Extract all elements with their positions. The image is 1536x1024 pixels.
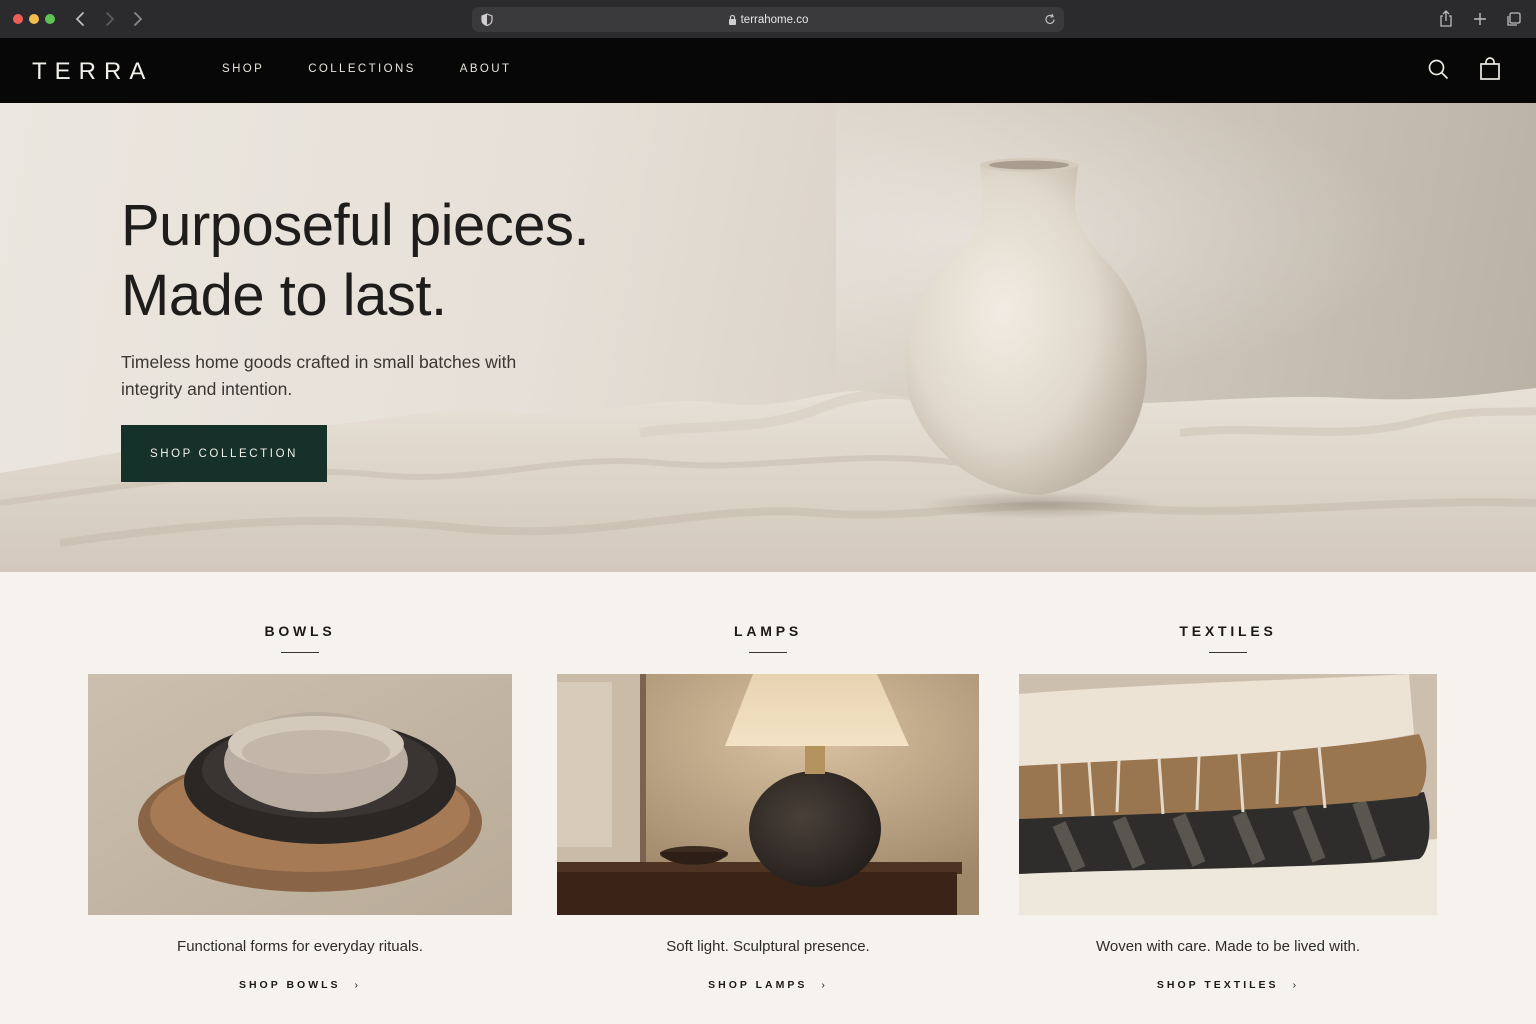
nav-shop[interactable]: SHOP <box>222 63 264 75</box>
category-title: LAMPS <box>734 623 802 639</box>
zoom-window-button[interactable] <box>45 14 55 24</box>
category-title: TEXTILES <box>1179 623 1277 639</box>
category-description: Functional forms for everyday rituals. <box>177 938 423 955</box>
window-controls <box>13 14 55 24</box>
share-icon[interactable] <box>1438 10 1454 28</box>
category-title: BOWLS <box>264 623 336 639</box>
shop-textiles-link[interactable]: SHOP TEXTILES › <box>1019 979 1437 991</box>
forward-icon-secondary[interactable] <box>130 9 144 29</box>
chevron-right-icon: › <box>821 979 828 991</box>
browser-chrome: terrahome.co <box>0 0 1536 38</box>
chevron-right-icon: › <box>354 979 362 991</box>
chevron-right-icon: › <box>1292 979 1300 991</box>
shop-lamps-link[interactable]: SHOP LAMPS › <box>557 979 979 991</box>
category-card-bowls: BOWLS Functional forms for everyday ritu… <box>88 572 512 991</box>
category-description: Soft light. Sculptural presence. <box>666 938 870 955</box>
hero-subtitle: Timeless home goods crafted in small bat… <box>121 352 517 399</box>
minimize-window-button[interactable] <box>29 14 39 24</box>
main-nav: SHOP COLLECTIONS ABOUT <box>222 63 555 75</box>
nav-about[interactable]: ABOUT <box>460 63 512 75</box>
reload-icon[interactable] <box>1044 13 1056 26</box>
divider <box>281 652 319 653</box>
forward-icon[interactable] <box>102 9 116 29</box>
bowls-image[interactable] <box>88 674 512 915</box>
logo[interactable]: TERRA <box>32 58 153 86</box>
category-card-lamps: LAMPS Soft light. Sculptural presence. S… <box>557 572 979 991</box>
hero-banner: Purposeful pieces. Made to last. Timeles… <box>0 103 1536 572</box>
shield-icon[interactable] <box>481 13 493 26</box>
nav-collections[interactable]: COLLECTIONS <box>308 63 416 75</box>
bag-icon[interactable] <box>1478 57 1502 81</box>
hero-title-line-2: Made to last. <box>121 263 447 328</box>
category-section: BOWLS Functional forms for everyday ritu… <box>0 572 1536 1024</box>
link-label: SHOP LAMPS <box>708 979 808 991</box>
shop-bowls-link[interactable]: SHOP BOWLS › <box>88 979 512 991</box>
tabs-icon[interactable] <box>1506 10 1522 28</box>
category-description: Woven with care. Made to be lived with. <box>1095 938 1361 955</box>
site-header: TERRA SHOP COLLECTIONS ABOUT <box>0 38 1536 103</box>
textiles-image[interactable] <box>1019 674 1437 915</box>
hero-title-line-1: Purposeful pieces. <box>121 193 590 258</box>
close-window-button[interactable] <box>13 14 23 24</box>
hero-title: Purposeful pieces. Made to last. <box>121 191 590 331</box>
lock-icon <box>728 14 736 25</box>
url-text: terrahome.co <box>740 13 809 26</box>
link-label: SHOP BOWLS <box>238 979 341 991</box>
ceramic-vase-image <box>906 158 1160 519</box>
link-label: SHOP TEXTILES <box>1156 979 1279 991</box>
back-icon[interactable] <box>74 9 88 29</box>
new-tab-icon[interactable] <box>1472 10 1488 28</box>
shop-collection-button[interactable]: SHOP COLLECTION <box>121 425 327 482</box>
divider <box>749 652 787 653</box>
search-icon[interactable] <box>1426 57 1450 81</box>
lamps-image[interactable] <box>557 674 979 915</box>
divider <box>1209 652 1247 653</box>
address-bar[interactable]: terrahome.co <box>472 7 1064 32</box>
category-card-textiles: TEXTILES Woven with care. Made to be liv… <box>1019 572 1437 991</box>
